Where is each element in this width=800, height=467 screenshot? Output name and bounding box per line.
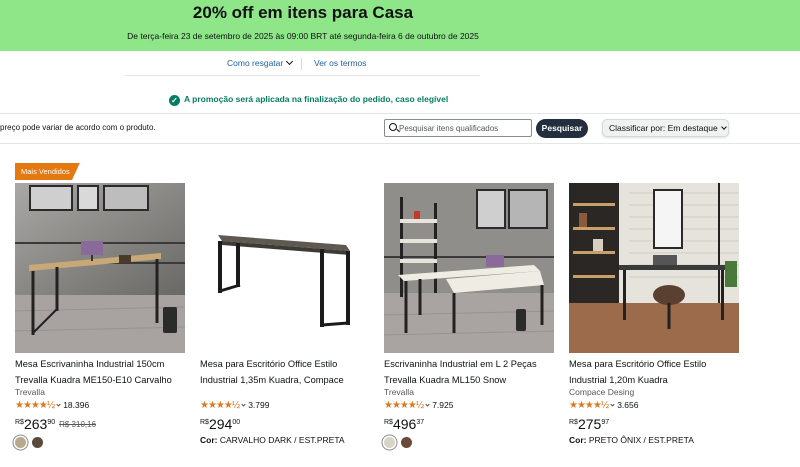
product-title-line-1: Mesa Escrivaninha Industrial 150cm — [15, 359, 165, 369]
product-price: R$49637 — [384, 416, 424, 434]
price-old: R$ 310,16 — [59, 420, 97, 429]
price-currency: R$ — [384, 419, 393, 426]
product-title-line-2: Trevalla Kuadra ME150-E10 Carvalho — [15, 375, 172, 385]
chevron-down-icon — [241, 402, 246, 407]
product-brand: Compace Desing — [569, 387, 635, 397]
color-label: Cor: — [569, 435, 587, 445]
product-color: Cor: PRETO ÔNIX / EST.PRETA — [569, 435, 694, 445]
product-brand: Trevalla — [384, 387, 414, 397]
rating-count: 7.925 — [432, 400, 454, 410]
star-rating-icon: ★★★★½ — [569, 400, 609, 411]
product-title-line-1: Mesa para Escritório Office Estilo — [569, 359, 707, 369]
product-color: Cor: CARVALHO DARK / EST.PRETA — [200, 435, 345, 445]
product-price: R$29400 — [200, 416, 240, 434]
product-title[interactable]: Mesa para Escritório Office Estilo Indus… — [569, 356, 744, 388]
color-swatch[interactable] — [401, 437, 412, 449]
product-card: Mesa para Escritório Office Estilo Indus… — [569, 0, 744, 467]
product-title-line-2: Industrial 1,35m Kuadra, Compace — [200, 375, 344, 385]
color-label: Cor: — [200, 435, 218, 445]
product-image[interactable] — [569, 183, 739, 353]
product-title-line-1: Escrivaninha Industrial em L 2 Peças — [384, 359, 537, 369]
product-rating[interactable]: ★★★★½ 3.799 — [200, 400, 269, 412]
product-image[interactable] — [384, 183, 554, 353]
color-swatch[interactable] — [15, 437, 26, 449]
price-whole: 263 — [23, 416, 48, 432]
star-rating-icon: ★★★★½ — [200, 400, 240, 411]
product-card: Mesa para Escritório Office Estilo Indus… — [200, 0, 375, 467]
price-cents: 37 — [416, 419, 425, 426]
product-image[interactable] — [200, 183, 370, 353]
rating-count: 3.799 — [248, 400, 270, 410]
product-card: Mesa Escrivaninha Industrial 150cm Treva… — [15, 0, 190, 467]
color-value: PRETO ÔNIX / EST.PRETA — [588, 435, 694, 445]
color-value: CARVALHO DARK / EST.PRETA — [219, 435, 345, 445]
price-cents: 00 — [232, 419, 241, 426]
best-seller-badge: Mais Vendidos — [15, 163, 80, 180]
product-rating[interactable]: ★★★★½ 3.656 — [569, 400, 638, 412]
product-title[interactable]: Mesa Escrivaninha Industrial 150cm Treva… — [15, 356, 190, 388]
color-swatch[interactable] — [384, 437, 395, 449]
price-currency: R$ — [569, 419, 578, 426]
price-whole: 294 — [208, 416, 233, 432]
price-whole: 275 — [577, 416, 602, 432]
product-title[interactable]: Mesa para Escritório Office Estilo Indus… — [200, 356, 375, 388]
product-rating[interactable]: ★★★★½ 7.925 — [384, 400, 453, 412]
chevron-down-icon — [56, 402, 61, 407]
product-rating[interactable]: ★★★★½ 18.396 — [15, 400, 89, 412]
rating-count: 3.656 — [617, 400, 639, 410]
rating-count: 18.396 — [63, 400, 90, 410]
chevron-down-icon — [610, 402, 615, 407]
price-cents: 90 — [47, 419, 56, 426]
star-rating-icon: ★★★★½ — [15, 400, 55, 411]
product-title[interactable]: Escrivaninha Industrial em L 2 Peças Tre… — [384, 356, 559, 388]
product-card: Escrivaninha Industrial em L 2 Peças Tre… — [384, 0, 559, 467]
product-title-line-2: Industrial 1,20m Kuadra — [569, 375, 668, 385]
product-price: R$27597 — [569, 416, 609, 434]
product-image[interactable] — [15, 183, 185, 353]
chevron-down-icon — [425, 402, 430, 407]
product-price: R$26390 R$ 310,16 — [15, 416, 96, 434]
product-title-line-1: Mesa para Escritório Office Estilo — [200, 359, 338, 369]
star-rating-icon: ★★★★½ — [384, 400, 424, 411]
price-currency: R$ — [200, 419, 209, 426]
product-title-line-2: Trevalla Kuadra ML150 Snow — [384, 375, 507, 385]
price-currency: R$ — [15, 419, 24, 426]
price-cents: 97 — [601, 419, 610, 426]
color-swatch[interactable] — [32, 437, 43, 449]
price-whole: 496 — [392, 416, 417, 432]
product-brand: Trevalla — [15, 387, 45, 397]
color-swatches — [15, 434, 49, 449]
color-swatches — [384, 434, 418, 449]
